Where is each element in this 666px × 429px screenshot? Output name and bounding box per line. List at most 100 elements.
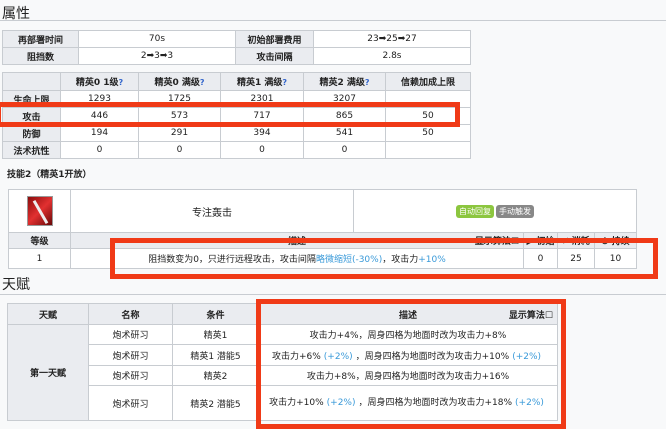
table-row: 攻击 446 573 717 865 50 [2,107,471,125]
table-header: 等级 描述 显示算法☐ ▶ 初始 ⚡ 消耗 ⏱ 持续 [8,232,637,249]
talent-name: 炮术研习 [88,385,173,421]
stat-value: 194 [60,124,139,142]
skill-icon [26,196,53,226]
table-row: 炮术研习 精英1 潜能5 攻击力+6% (+2%) ，周身四格为地面时改为攻击力+10%… [8,344,558,366]
basic-attributes-table: 再部署时间 70s 初始部署费用 23➡25➡27 阻挡数 2➡3➡3 攻击间隔 2.8s [2,30,471,65]
header-talent: 天赋 [7,303,89,325]
tag-auto-recovery: 自动回复 [456,204,494,218]
table-row: 专注轰击 自动回复 手动触发 [8,189,637,233]
section-title-talent: 天赋 [2,277,30,293]
stat-label: 生命上限 [2,90,61,108]
table-row: 炮术研习 精英2 潜能5 攻击力+10% (+2%) ，周身四格为地面时改为攻击力+18… [8,385,558,421]
header-desc: 描述 显示算法☐ [258,303,558,325]
talent-description: 攻击力+10% (+2%) ，周身四格为地面时改为攻击力+18% (+2%) [258,385,558,421]
toggle-label: 显示算法 [508,310,545,321]
help-icon[interactable]: ? [200,78,205,87]
desc-text: ，周身四格为地面时改为攻击力+10% [355,351,510,362]
level: 1 [8,248,71,269]
skill-icon-cell [8,189,71,233]
talent-name: 炮术研习 [88,324,173,345]
tag-manual-trigger: 手动触发 [496,204,534,218]
table-row: 阻挡数 2➡3➡3 攻击间隔 2.8s [2,47,471,65]
header-e0-max: 精英0 满级? [138,72,221,91]
table-row: 炮术研习 精英2 攻击力+8%，周身四格为地面时改为攻击力+16% [8,365,558,386]
help-icon[interactable]: ? [282,78,287,87]
label: 再部署时间 [2,30,79,48]
stat-value: 394 [220,124,304,142]
show-formula-toggle[interactable]: 显示算法☐ [475,234,519,247]
header-e2-max: 精英2 满级? [303,72,386,91]
help-icon[interactable]: ? [119,78,124,87]
header-label: 描述 [398,310,417,321]
table-row: 防御 194 291 394 541 50 [2,124,471,142]
duration: 10 [594,248,637,269]
stat-value: 0 [138,141,221,159]
desc-highlight: +10% [418,255,446,265]
label: 攻击间隔 [235,47,314,65]
desc-text: 阻挡数变为0，只进行远程攻击，攻击间隔 [148,255,316,265]
table-header: 精英0 1级? 精英0 满级? 精英1 满级? 精英2 满级? 信赖加成上限 [2,72,471,91]
stat-value: 50 [385,124,471,142]
talent-condition: 精英1 潜能5 [172,344,259,366]
desc-highlight: (+2%) [323,351,353,362]
header-desc: 描述 显示算法☐ [70,232,524,249]
desc-text: ，周身四格为地面时改为攻击力+18% [358,398,513,408]
value: 2.8s [313,47,471,65]
skill-table: 专注轰击 自动回复 手动触发 等级 描述 显示算法☐ ▶ 初始 ⚡ 消耗 ⏱ 持续 … [8,189,637,269]
stat-value: 2301 [220,90,304,108]
header-duration: ⏱ 持续 [594,232,637,249]
label: 阻挡数 [2,47,79,65]
talent-name: 炮术研习 [88,344,173,366]
header-label: 精英1 满级 [236,78,283,88]
table-row: 第一天赋 炮术研习 精英1 攻击力+4%，周身四格为地面时改为攻击力+8% [7,324,558,421]
table-row: 生命上限 1293 1725 2301 3207 [2,90,471,108]
table-row: 1 阻挡数变为0，只进行远程攻击，攻击间隔略微缩短(-30%)，攻击力+10% … [8,248,637,269]
stat-value: 573 [138,107,221,125]
stat-value: 50 [385,107,471,125]
talent-table: 天赋 名称 条件 描述 显示算法☐ 第一天赋 炮术研习 精英1 攻击力+4%，周身四格为… [7,303,558,421]
skill-title: 技能2（精英1开放） [7,170,92,180]
talent-condition: 精英1 [172,324,259,345]
divider [0,294,666,295]
stat-value: 0 [60,141,139,159]
talent-condition: 精英2 潜能5 [172,385,259,421]
help-icon[interactable]: ? [365,78,370,87]
desc-text: 攻击力+8%，周身四格为地面时改为攻击力+16% [306,372,510,382]
desc-highlight: 略微缩短(-30%) [315,255,383,265]
header-initial: ▶ 初始 [523,232,558,249]
talent-name: 炮术研习 [88,365,173,386]
header-label: 描述 [287,237,306,247]
header-name: 名称 [88,303,173,325]
stats-table: 精英0 1级? 精英0 满级? 精英1 满级? 精英2 满级? 信赖加成上限 生… [2,72,471,159]
show-formula-toggle[interactable]: 显示算法☐ [509,308,553,321]
header-level: 等级 [8,232,71,249]
talent-group: 第一天赋 [7,324,89,421]
skill-description: 阻挡数变为0，只进行远程攻击，攻击间隔略微缩短(-30%)，攻击力+10% [70,248,524,269]
sp-cost: 25 [557,248,595,269]
header-empty [2,72,61,91]
value: 2➡3➡3 [78,47,236,65]
stat-value: 717 [220,107,304,125]
desc-text: 攻击力+4%，周身四格为地面时改为攻击力+8% [309,331,507,341]
header-label: 精英0 满级 [154,78,200,88]
desc-highlight: (+2%) [515,398,544,408]
divider [0,20,666,21]
header-label: 精英0 1级 [75,78,119,88]
stat-value: 1293 [60,90,139,108]
desc-text: 攻击力+10% [269,398,324,408]
stat-value: 541 [303,124,386,142]
stat-value [385,141,471,159]
stat-label: 防御 [2,124,61,142]
stat-value: 0 [303,141,386,159]
table-row: 法术抗性 0 0 0 0 [2,141,471,159]
table-header: 天赋 名称 条件 描述 显示算法☐ [7,303,558,325]
value: 23➡25➡27 [313,30,471,48]
header-trust: 信赖加成上限 [385,72,471,91]
initial-sp: 0 [523,248,558,269]
desc-highlight: (+2%) [512,351,542,362]
stat-value: 446 [60,107,139,125]
label: 初始部署费用 [235,30,314,48]
table-row: 再部署时间 70s 初始部署费用 23➡25➡27 [2,30,471,48]
talent-description: 攻击力+4%，周身四格为地面时改为攻击力+8% [258,324,558,345]
header-condition: 条件 [172,303,259,325]
